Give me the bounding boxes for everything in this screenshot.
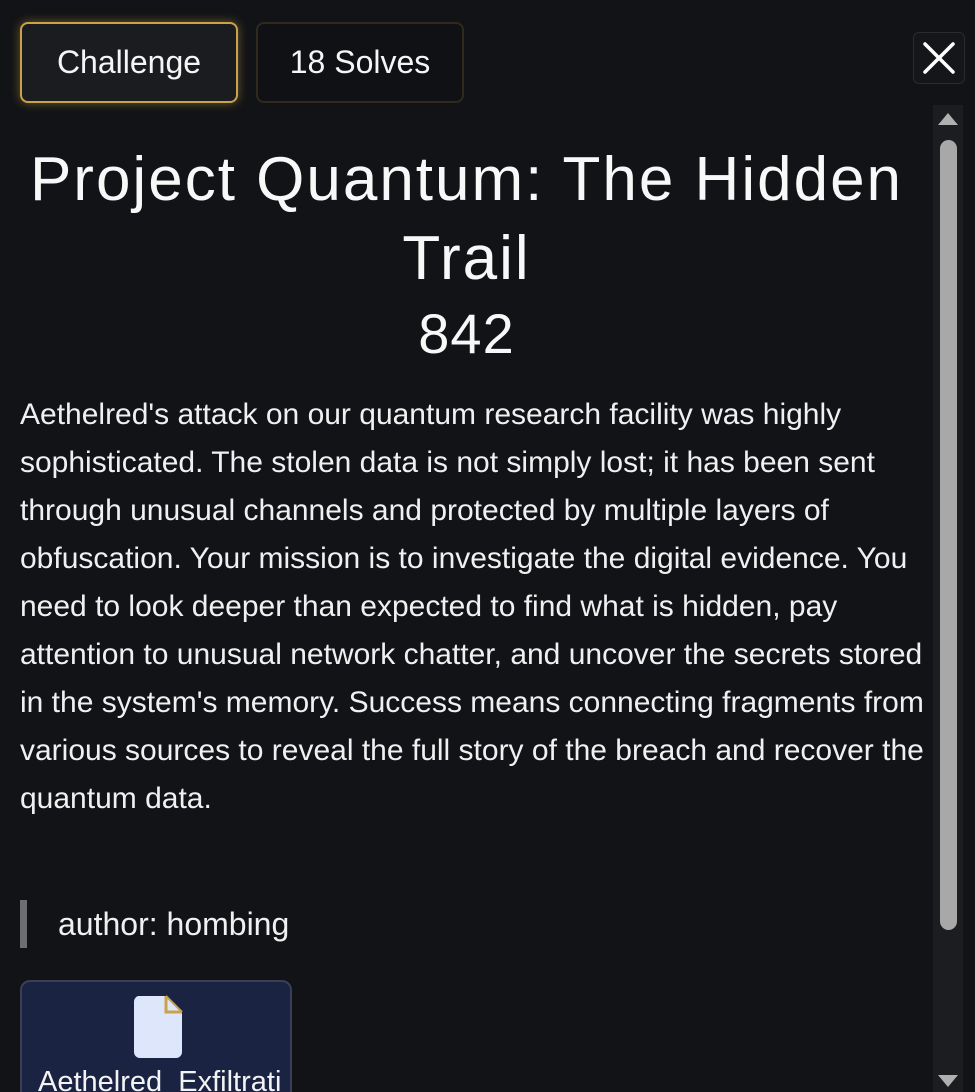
file-icon: [133, 995, 183, 1058]
scroll-thumb[interactable]: [940, 140, 957, 930]
modal-tabs: Challenge 18 Solves: [20, 22, 464, 103]
challenge-content: Project Quantum: The Hidden Trail 842 Ae…: [0, 105, 933, 1092]
challenge-title: Project Quantum: The Hidden Trail: [29, 145, 904, 294]
close-button[interactable]: [913, 32, 965, 84]
close-x-icon: [923, 42, 955, 74]
challenge-points: 842: [418, 301, 515, 365]
file-download-card[interactable]: Aethelred_Exfiltrati: [20, 980, 292, 1092]
author-blockquote: author: hombing: [20, 900, 289, 948]
scroll-down-arrow-icon[interactable]: [938, 1075, 958, 1087]
scroll-up-arrow-icon[interactable]: [938, 113, 958, 125]
tab-solves[interactable]: 18 Solves: [256, 22, 464, 103]
vertical-scrollbar[interactable]: [933, 105, 963, 1092]
tab-challenge[interactable]: Challenge: [20, 22, 238, 103]
challenge-modal: Challenge 18 Solves Project Quantum: The…: [0, 0, 975, 1092]
challenge-description: Aethelred's attack on our quantum resear…: [20, 398, 924, 815]
file-name: Aethelred_Exfiltrati: [38, 1066, 282, 1092]
